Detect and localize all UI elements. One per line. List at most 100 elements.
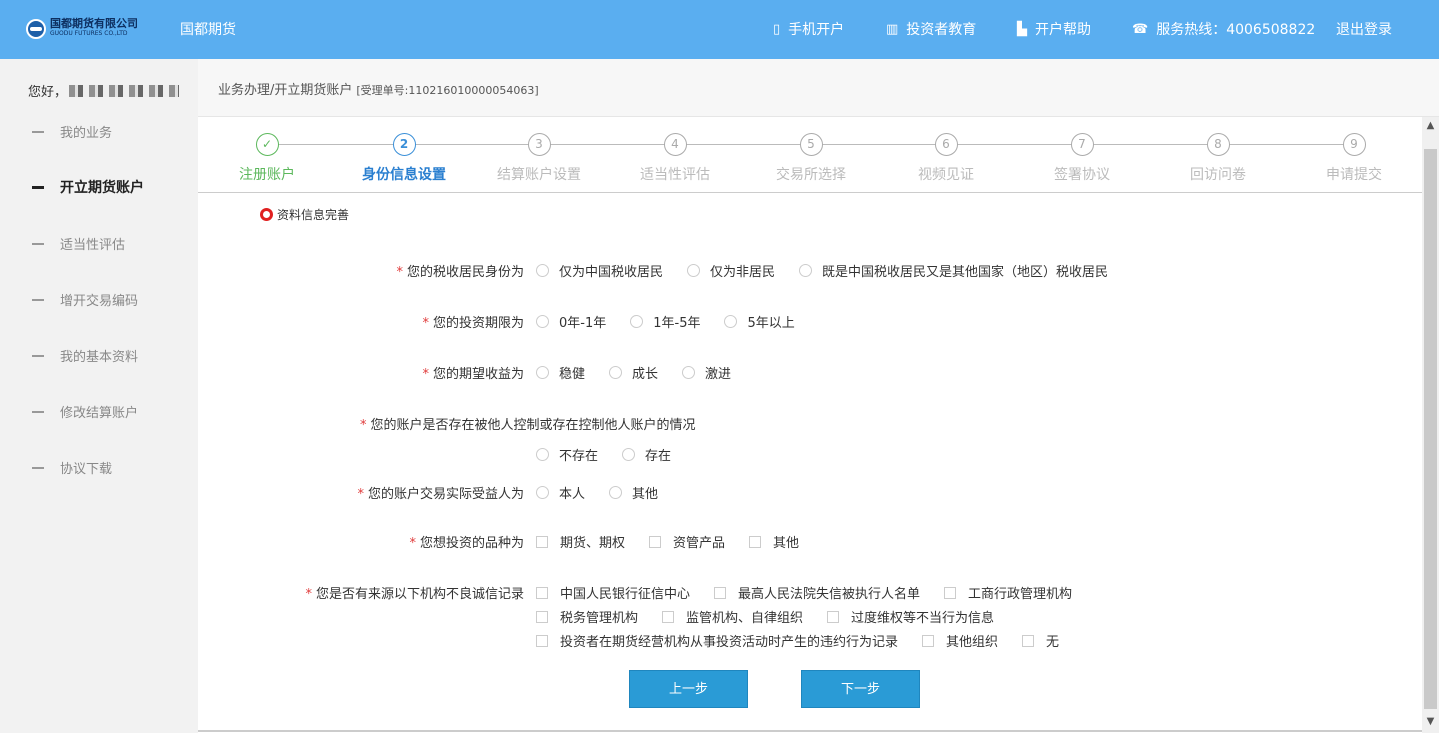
- step-1: ✓ 注册账户: [202, 133, 332, 184]
- radio-option[interactable]: 不存在: [536, 445, 598, 464]
- radio-circle[interactable]: [609, 366, 623, 379]
- sidebar-item-label: 我的基本资料: [60, 350, 139, 365]
- step-6: 6 视频见证: [881, 133, 1011, 184]
- radio-circle[interactable]: [682, 366, 696, 379]
- question-label: * 您的账户交易实际受益人为: [357, 487, 524, 502]
- checkbox-option[interactable]: 工商行政管理机构: [944, 583, 1072, 602]
- sidebar-item-open-account[interactable]: 开立期货账户: [32, 177, 144, 197]
- step-label: 交易所选择: [776, 167, 846, 183]
- nav-label: 服务热线：4006508822: [1156, 22, 1316, 38]
- radio-circle[interactable]: [536, 486, 549, 499]
- telephone-icon: ☎: [1132, 21, 1149, 37]
- checkbox[interactable]: [536, 535, 548, 548]
- sidebar-item-agreements[interactable]: 协议下载: [32, 458, 112, 477]
- ticket-number: [受理单号:110216010000054063]: [356, 84, 539, 97]
- logout-link[interactable]: 退出登录: [1336, 19, 1392, 39]
- step-label: 适当性评估: [640, 167, 710, 183]
- next-step-button[interactable]: 下一步: [801, 670, 920, 708]
- option-label: 其他组织: [946, 635, 999, 650]
- sidebar-item-trading-code[interactable]: 增开交易编码: [32, 290, 138, 309]
- step-2: 2 身份信息设置: [339, 133, 469, 184]
- radio-circle[interactable]: [536, 448, 549, 461]
- radio-option[interactable]: 仅为中国税收居民: [536, 261, 663, 280]
- checkbox[interactable]: [714, 586, 727, 599]
- radio-option[interactable]: 成长: [609, 363, 658, 382]
- checkbox[interactable]: [662, 610, 675, 623]
- checkbox-option[interactable]: 过度维权等不当行为信息: [827, 607, 994, 626]
- radio-circle[interactable]: [536, 366, 549, 379]
- checkbox[interactable]: [536, 586, 548, 599]
- nav-mobile-account[interactable]: ▯ 手机开户: [773, 19, 844, 39]
- step-label: 结算账户设置: [497, 167, 581, 183]
- checkbox-option[interactable]: 税务管理机构: [536, 607, 638, 626]
- scroll-down-icon[interactable]: ▼: [1424, 715, 1437, 729]
- help-icon: ▙: [1017, 21, 1027, 37]
- checkbox[interactable]: [536, 610, 548, 623]
- radio-option[interactable]: 5年以上: [724, 312, 795, 331]
- company-logo[interactable]: 国都期货有限公司 GUODU FUTURES CO.,LTD: [26, 14, 146, 44]
- dash-icon: [32, 130, 44, 133]
- question-account-control: * 您的账户是否存在被他人控制或存在控制他人账户的情况: [360, 418, 696, 433]
- checkbox[interactable]: [536, 634, 548, 647]
- sidebar-item-my-business[interactable]: 我的业务: [32, 122, 112, 141]
- radio-option[interactable]: 存在: [622, 445, 671, 464]
- option-label: 其他: [773, 536, 800, 551]
- option-label: 期货、期权: [560, 536, 626, 551]
- radio-circle[interactable]: [622, 448, 636, 461]
- checkbox[interactable]: [749, 535, 762, 548]
- breadcrumb-path: 业务办理/开立期货账户: [218, 83, 353, 98]
- scroll-up-icon[interactable]: ▲: [1424, 119, 1437, 133]
- step-number: 6: [934, 133, 958, 156]
- checkbox-option[interactable]: 投资者在期货经营机构从事投资活动时产生的违约行为记录: [536, 631, 898, 650]
- checkbox-option[interactable]: 无: [1022, 631, 1059, 650]
- radio-option[interactable]: 稳健: [536, 363, 585, 382]
- sidebar-item-label: 增开交易编码: [60, 294, 139, 309]
- question-text: 您想投资的品种为: [419, 536, 524, 551]
- checkbox-option[interactable]: 监管机构、自律组织: [662, 607, 803, 626]
- checkbox-option[interactable]: 期货、期权: [536, 532, 625, 551]
- radio-option[interactable]: 1年-5年: [630, 312, 700, 331]
- step-number: 8: [1206, 133, 1230, 156]
- radio-circle[interactable]: [687, 264, 701, 277]
- checkbox[interactable]: [1022, 634, 1035, 647]
- checkbox[interactable]: [944, 586, 957, 599]
- radio-circle[interactable]: [724, 315, 738, 328]
- step-9: 9 申请提交: [1289, 133, 1419, 184]
- checkbox[interactable]: [827, 610, 840, 623]
- radio-circle[interactable]: [536, 315, 549, 328]
- scrollbar-thumb[interactable]: [1424, 149, 1437, 709]
- radio-circle[interactable]: [536, 264, 549, 277]
- radio-option[interactable]: 既是中国税收居民又是其他国家（地区）税收居民: [799, 261, 1108, 280]
- radio-option[interactable]: 仅为非居民: [687, 261, 775, 280]
- nav-service-hotline[interactable]: ☎ 服务热线：4006508822: [1132, 19, 1315, 39]
- radio-circle[interactable]: [799, 264, 813, 277]
- nav-account-help[interactable]: ▙ 开户帮助: [1017, 19, 1091, 39]
- option-label: 不存在: [559, 449, 599, 464]
- checkbox[interactable]: [649, 535, 662, 548]
- logo-mark-icon: [26, 19, 46, 39]
- radio-option[interactable]: 0年-1年: [536, 312, 606, 331]
- radio-option[interactable]: 激进: [682, 363, 731, 382]
- radio-circle[interactable]: [630, 315, 644, 328]
- sidebar-item-settlement[interactable]: 修改结算账户: [32, 402, 138, 421]
- radio-option[interactable]: 其他: [609, 483, 658, 502]
- checkbox-option[interactable]: 其他: [749, 532, 799, 551]
- progress-steps: ✓ 注册账户 2 身份信息设置 3 结算账户设置 4 适当性评估 5 交易所选择 6 视频见…: [198, 121, 1422, 193]
- step-number: 3: [527, 133, 551, 156]
- radio-option[interactable]: 本人: [536, 483, 585, 502]
- sidebar-item-basic-info[interactable]: 我的基本资料: [32, 346, 138, 365]
- nav-investor-education[interactable]: ▥ 投资者教育: [886, 19, 976, 39]
- prev-step-button[interactable]: 上一步: [629, 670, 748, 708]
- checkbox-option[interactable]: 其他组织: [922, 631, 998, 650]
- checkbox[interactable]: [922, 634, 935, 647]
- dash-icon: [32, 185, 44, 189]
- checkbox-option[interactable]: 资管产品: [649, 532, 725, 551]
- checkbox-option[interactable]: 中国人民银行征信中心: [536, 583, 690, 602]
- sidebar-item-suitability[interactable]: 适当性评估: [32, 234, 125, 253]
- checkbox-option[interactable]: 最高人民法院失信被执行人名单: [714, 583, 920, 602]
- dash-icon: [32, 466, 44, 469]
- dash-icon: [32, 298, 44, 301]
- vertical-scrollbar[interactable]: ▲ ▼: [1422, 117, 1439, 733]
- breadcrumb-bar: 业务办理/开立期货账户 [受理单号:110216010000054063]: [198, 59, 1439, 117]
- radio-circle[interactable]: [609, 486, 623, 499]
